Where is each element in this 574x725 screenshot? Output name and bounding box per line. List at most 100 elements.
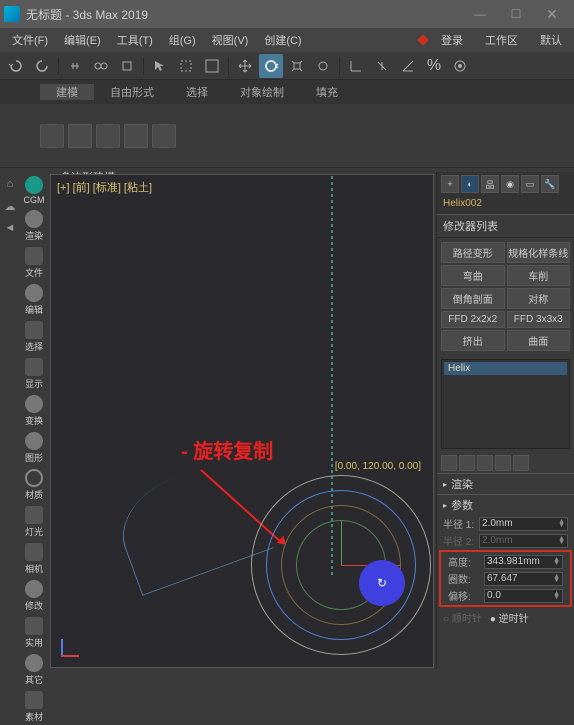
angle-snap-button[interactable]	[396, 54, 420, 78]
tab-freeform[interactable]: 自由形式	[94, 84, 170, 100]
display-tab-icon[interactable]: ▭	[521, 175, 539, 193]
viewport[interactable]: [+] [前] [标准] [粘土] - 旋转复制 [0.00, 120.00, …	[50, 174, 434, 668]
minimize-button[interactable]: —	[462, 2, 498, 26]
select-rect-button[interactable]	[174, 54, 198, 78]
rollout-render[interactable]: 渲染	[437, 473, 574, 494]
modifier-list-dropdown[interactable]: 修改器列表	[437, 214, 574, 238]
radio-ccw[interactable]: ● 逆时针	[490, 610, 529, 625]
configure-icon[interactable]	[513, 455, 529, 471]
menu-login[interactable]: 登录	[433, 32, 471, 48]
btn-lathe[interactable]: 车削	[507, 265, 571, 286]
ribbon-btn-2[interactable]	[68, 124, 92, 148]
sidebar-item-shapes[interactable]: 图形	[20, 430, 48, 466]
create-tab-icon[interactable]: +	[441, 175, 459, 193]
close-button[interactable]: ✕	[534, 2, 570, 26]
sidebar-item-other[interactable]: 其它	[20, 652, 48, 688]
select-button[interactable]	[148, 54, 172, 78]
ribbon-btn-3[interactable]	[96, 124, 120, 148]
utilities-tab-icon[interactable]: 🔧	[541, 175, 559, 193]
modifier-stack[interactable]: Helix	[441, 359, 570, 449]
rotation-gizmo[interactable]: [0.00, 120.00, 0.00] ↻	[251, 475, 431, 655]
sidebar-item-transform[interactable]: 变换	[20, 393, 48, 429]
place-button[interactable]	[311, 54, 335, 78]
ribbon-btn-1[interactable]	[40, 124, 64, 148]
bind-button[interactable]	[115, 54, 139, 78]
tab-object-paint[interactable]: 对象绘制	[224, 84, 300, 100]
btn-symmetry[interactable]: 对称	[507, 288, 571, 309]
show-result-icon[interactable]	[459, 455, 475, 471]
sidebar-item-cgm[interactable]: CGM	[20, 174, 48, 207]
viewport-label[interactable]: [+] [前] [标准] [粘土]	[57, 179, 152, 195]
radius2-spinner[interactable]: 2.0mm▲▼	[479, 534, 568, 548]
menu-file[interactable]: 文件(F)	[4, 32, 56, 48]
object-name-field[interactable]: Helix002	[437, 196, 574, 214]
turns-spinner[interactable]: 67.647▲▼	[484, 572, 563, 586]
menu-workspace[interactable]: 工作区	[477, 32, 526, 48]
unlink-button[interactable]	[89, 54, 113, 78]
title-bar: 无标题 - 3ds Max 2019 — ☐ ✕	[0, 0, 574, 28]
sidebar-item-display[interactable]: 显示	[20, 356, 48, 392]
sidebar-item-utility[interactable]: 实用	[20, 615, 48, 651]
menu-create[interactable]: 创建(C)	[256, 32, 309, 48]
sidebar-item-camera[interactable]: 相机	[20, 541, 48, 577]
snap-button[interactable]	[370, 54, 394, 78]
menu-defaults[interactable]: 默认	[532, 32, 570, 48]
viewport-axis-tripod	[57, 631, 87, 661]
category-sidebar: CGM 渲染 文件 编辑 选择 显示 变换 图形 材质 灯光 相机 修改 实用 …	[20, 172, 48, 670]
sidebar-item-select[interactable]: 选择	[20, 319, 48, 355]
tab-modeling[interactable]: 建模	[40, 84, 94, 100]
btn-chamfer[interactable]: 倒角剖面	[441, 288, 505, 309]
refsys-button[interactable]	[344, 54, 368, 78]
menu-edit[interactable]: 编辑(E)	[56, 32, 109, 48]
sidebar-item-edit[interactable]: 编辑	[20, 282, 48, 318]
btn-path-deform[interactable]: 路径变形	[441, 242, 505, 263]
btn-normalize-spline[interactable]: 规格化样条线	[507, 242, 571, 263]
move-button[interactable]	[233, 54, 257, 78]
hierarchy-tab-icon[interactable]: 品	[481, 175, 499, 193]
select-window-button[interactable]	[200, 54, 224, 78]
scale-button[interactable]	[285, 54, 309, 78]
btn-surface[interactable]: 曲面	[507, 330, 571, 351]
rotate-button[interactable]	[259, 54, 283, 78]
sidebar-item-render[interactable]: 渲染	[20, 208, 48, 244]
sidebar-item-file[interactable]: 文件	[20, 245, 48, 281]
redo-button[interactable]	[30, 54, 54, 78]
turns-label: 圈数:	[448, 571, 480, 586]
link-button[interactable]	[63, 54, 87, 78]
rollout-params[interactable]: 参数	[437, 494, 574, 515]
undo-button[interactable]	[4, 54, 28, 78]
btn-extrude[interactable]: 挤出	[441, 330, 505, 351]
back-icon[interactable]: ◄	[2, 220, 18, 236]
maximize-button[interactable]: ☐	[498, 2, 534, 26]
ribbon-btn-4[interactable]	[124, 124, 148, 148]
remove-mod-icon[interactable]	[495, 455, 511, 471]
btn-bend[interactable]: 弯曲	[441, 265, 505, 286]
radius1-spinner[interactable]: 2.0mm▲▼	[479, 517, 568, 531]
btn-ffd3[interactable]: FFD 3x3x3	[507, 311, 571, 328]
height-spinner[interactable]: 343.981mm▲▼	[484, 555, 563, 569]
sidebar-item-assets[interactable]: 素材	[20, 689, 48, 725]
sidebar-item-material[interactable]: 材质	[20, 467, 48, 503]
sidebar-item-modify[interactable]: 修改	[20, 578, 48, 614]
bias-spinner[interactable]: 0.0▲▼	[484, 589, 563, 603]
menu-group[interactable]: 组(G)	[161, 32, 204, 48]
radio-cw[interactable]: ○ 顺时针	[443, 610, 482, 625]
sidebar-item-lights[interactable]: 灯光	[20, 504, 48, 540]
menu-tools[interactable]: 工具(T)	[109, 32, 161, 48]
modify-tab-icon[interactable]: ◐	[461, 175, 479, 193]
tab-populate[interactable]: 填充	[300, 84, 354, 100]
ribbon-btn-5[interactable]	[152, 124, 176, 148]
menu-views[interactable]: 视图(V)	[204, 32, 257, 48]
manage-button[interactable]	[448, 54, 472, 78]
tab-selection[interactable]: 选择	[170, 84, 224, 100]
motion-tab-icon[interactable]: ◉	[501, 175, 519, 193]
annotation-arrow-line	[200, 469, 283, 544]
percent-snap-button[interactable]: %	[422, 54, 446, 78]
stack-item-helix[interactable]: Helix	[444, 362, 567, 375]
btn-ffd2[interactable]: FFD 2x2x2	[441, 311, 505, 328]
unique-icon[interactable]	[477, 455, 493, 471]
ribbon-panel	[0, 104, 574, 168]
cloud-icon[interactable]: ☁	[2, 198, 18, 214]
pin-stack-icon[interactable]	[441, 455, 457, 471]
home-icon[interactable]: ⌂	[2, 176, 18, 192]
